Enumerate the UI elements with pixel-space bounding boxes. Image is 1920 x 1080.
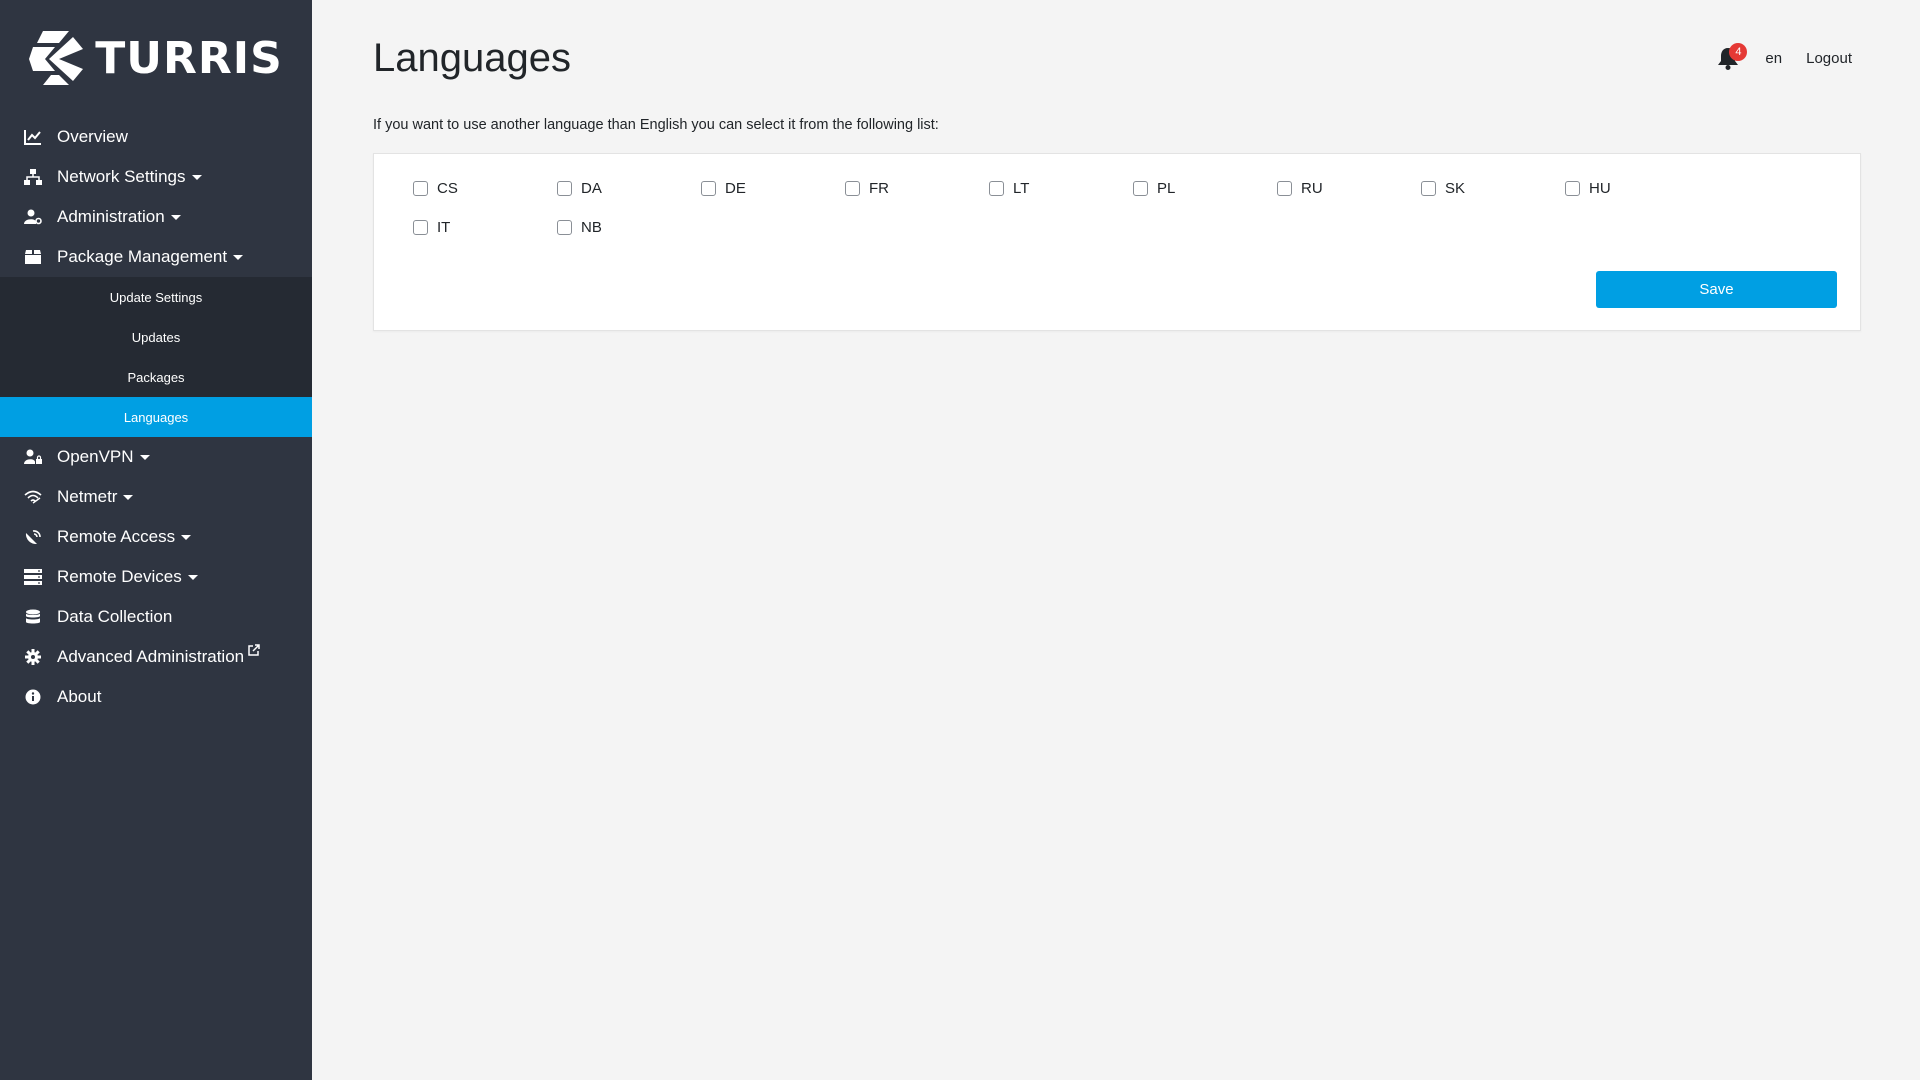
language-option-da[interactable]: DA	[557, 177, 701, 199]
nav-administration[interactable]: Administration	[0, 197, 312, 237]
language-option-de[interactable]: DE	[701, 177, 845, 199]
nav-network-settings-label: Network Settings	[57, 167, 186, 186]
checkbox[interactable]	[557, 180, 572, 196]
nav-administration-label: Administration	[57, 207, 165, 226]
page-title: Languages	[373, 36, 571, 80]
notification-badge: 4	[1729, 43, 1748, 61]
external-link-icon	[248, 641, 260, 661]
language-option-lt[interactable]: LT	[989, 177, 1133, 199]
chart-line-icon	[24, 128, 42, 146]
language-label: RU	[1301, 179, 1323, 197]
top-bar: 4 en Logout	[1717, 43, 1852, 70]
nav-overview[interactable]: Overview	[0, 117, 312, 157]
language-label: IT	[437, 218, 451, 236]
nav-overview-label: Overview	[57, 127, 128, 146]
language-list: CS DA DE FR LT PL RU SK HU IT NB	[413, 177, 1709, 238]
sub-item-label: Languages	[123, 409, 189, 425]
sub-item-label: Updates	[131, 329, 181, 345]
sub-item-languages[interactable]: Languages	[0, 397, 312, 437]
database-icon	[24, 608, 42, 626]
checkbox[interactable]	[1421, 180, 1436, 196]
chevron-down-icon	[191, 174, 202, 180]
checkbox[interactable]	[989, 180, 1004, 196]
language-option-nb[interactable]: NB	[557, 216, 701, 238]
checkbox[interactable]	[845, 180, 860, 196]
nav-about[interactable]: About	[0, 677, 312, 717]
chevron-down-icon	[187, 574, 198, 580]
chevron-down-icon	[181, 534, 192, 540]
notifications-button[interactable]: 4	[1717, 43, 1748, 70]
language-label: LT	[1013, 179, 1030, 197]
sub-item-label: Update Settings	[109, 289, 203, 305]
language-option-fr[interactable]: FR	[845, 177, 989, 199]
turris-logo[interactable]: TURRIS	[0, 0, 312, 116]
nav-openvpn-label: OpenVPN	[57, 447, 134, 466]
language-option-pl[interactable]: PL	[1133, 177, 1277, 199]
chevron-down-icon	[170, 214, 181, 220]
nav-remote-devices[interactable]: Remote Devices	[0, 557, 312, 597]
chevron-down-icon	[233, 254, 244, 260]
main-content: Languages 4 en Logout If you want to use…	[312, 0, 1920, 1080]
checkbox[interactable]	[1565, 180, 1580, 196]
checkbox[interactable]	[701, 180, 716, 196]
language-option-ru[interactable]: RU	[1277, 177, 1421, 199]
nav-remote-access[interactable]: Remote Access	[0, 517, 312, 557]
sub-item-updates[interactable]: Updates	[0, 317, 312, 357]
nav-advanced-administration[interactable]: Advanced Administration	[0, 637, 312, 677]
language-option-hu[interactable]: HU	[1565, 177, 1709, 199]
cog-icon	[24, 648, 42, 666]
language-switch[interactable]: en	[1765, 50, 1782, 67]
language-option-cs[interactable]: CS	[413, 177, 557, 199]
checkbox[interactable]	[557, 219, 572, 235]
save-button[interactable]: Save	[1596, 271, 1837, 308]
user-cog-icon	[24, 208, 42, 226]
server-icon	[24, 568, 42, 586]
nav-netmetr[interactable]: Netmetr	[0, 477, 312, 517]
network-icon	[24, 168, 42, 186]
language-label: PL	[1157, 179, 1176, 197]
chevron-down-icon	[139, 454, 150, 460]
intro-text: If you want to use another language than…	[373, 117, 939, 133]
box-icon	[24, 248, 42, 266]
nav-about-label: About	[57, 687, 102, 706]
language-label: FR	[869, 179, 889, 197]
sub-item-packages[interactable]: Packages	[0, 357, 312, 397]
sidebar: TURRIS Overview Network Settings Adminis…	[0, 0, 312, 1080]
nav-remote-access-label: Remote Access	[57, 527, 176, 546]
brand-name: TURRIS	[95, 32, 283, 84]
turris-logo-icon	[29, 31, 84, 85]
nav-remote-devices-label: Remote Devices	[57, 567, 182, 586]
nav-package-management[interactable]: Package Management	[0, 237, 312, 277]
user-lock-icon	[24, 448, 42, 466]
checkbox[interactable]	[413, 219, 428, 235]
nav-netmetr-label: Netmetr	[57, 487, 118, 506]
nav-data-collection[interactable]: Data Collection	[0, 597, 312, 637]
nav-advanced-administration-label: Advanced Administration	[57, 647, 245, 666]
sub-item-update-settings[interactable]: Update Settings	[0, 277, 312, 317]
package-management-submenu: Update Settings Updates Packages Languag…	[0, 277, 312, 437]
sub-item-label: Packages	[127, 369, 185, 385]
language-label: SK	[1445, 179, 1466, 197]
language-label: DA	[581, 179, 602, 197]
checkbox[interactable]	[1133, 180, 1148, 196]
language-option-sk[interactable]: SK	[1421, 177, 1565, 199]
chevron-down-icon	[123, 494, 134, 500]
language-label: NB	[581, 218, 602, 236]
language-label: CS	[437, 179, 458, 197]
nav-package-management-label: Package Management	[57, 247, 228, 266]
logout-link[interactable]: Logout	[1806, 50, 1852, 67]
checkbox[interactable]	[413, 180, 428, 196]
language-label: HU	[1589, 179, 1611, 197]
wifi-icon	[24, 488, 42, 506]
languages-card: CS DA DE FR LT PL RU SK HU IT NB Save	[373, 153, 1861, 331]
language-label: DE	[725, 179, 746, 197]
info-icon	[24, 688, 42, 706]
checkbox[interactable]	[1277, 180, 1292, 196]
satellite-dish-icon	[24, 528, 42, 546]
nav-network-settings[interactable]: Network Settings	[0, 157, 312, 197]
nav-openvpn[interactable]: OpenVPN	[0, 437, 312, 477]
nav-data-collection-label: Data Collection	[57, 607, 173, 626]
language-option-it[interactable]: IT	[413, 216, 557, 238]
